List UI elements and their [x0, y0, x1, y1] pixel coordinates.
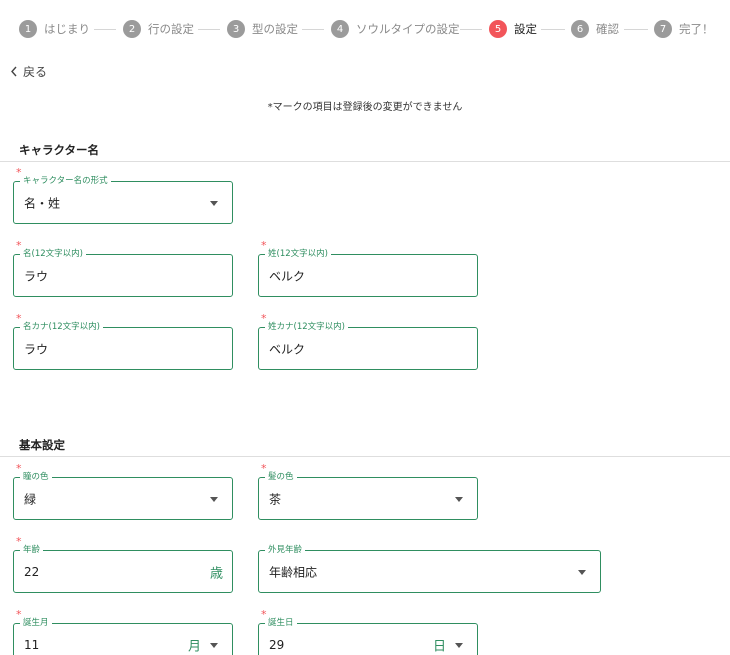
step-1: 1 はじまり	[19, 19, 90, 39]
birth-day-select[interactable]: * 誕生日 29 日	[258, 609, 478, 655]
caret-down-icon	[210, 642, 218, 648]
caret-down-icon	[455, 496, 463, 502]
field-label: 名(12文字以内)	[20, 248, 86, 260]
first-kana-input[interactable]: * 名カナ(12文字以内) ラウ	[13, 313, 233, 370]
step-label: ソウルタイプの設定	[356, 22, 460, 36]
caret-down-icon	[210, 200, 218, 206]
step-4: 4 ソウルタイプの設定	[331, 19, 460, 39]
birth-month-select[interactable]: * 誕生月 11 月	[13, 609, 233, 655]
field-value: 名・姓	[24, 196, 61, 210]
step-connector	[94, 29, 116, 30]
unit-label: 月	[187, 639, 201, 654]
field-label: 誕生月	[20, 617, 52, 629]
field-value: ラウ	[24, 269, 49, 283]
last-name-input[interactable]: * 姓(12文字以内) ベルク	[258, 240, 478, 297]
progress-stepper: 1 はじまり 2 行の設定 3 型の設定 4 ソウルタイプの設定 5 設定 6 …	[0, 0, 730, 58]
field-label: 髪の色	[265, 471, 297, 483]
eye-color-select[interactable]: * 瞳の色 緑	[13, 463, 233, 520]
step-number: 5	[489, 20, 507, 38]
caret-down-icon	[578, 569, 586, 575]
last-kana-input[interactable]: * 姓カナ(12文字以内) ベルク	[258, 313, 478, 370]
field-label: 姓カナ(12文字以内)	[265, 321, 348, 333]
field-value: ラウ	[24, 342, 49, 356]
step-6: 6 確認	[571, 19, 619, 39]
step-label: はじまり	[44, 22, 90, 36]
section-title-character-name: キャラクター名	[19, 143, 100, 157]
step-number: 6	[571, 20, 589, 38]
required-notice: *マークの項目は登録後の変更ができません	[267, 102, 463, 113]
section-divider	[0, 456, 730, 457]
age-input[interactable]: * 年齢 22 歳	[13, 536, 233, 593]
step-label: 行の設定	[148, 22, 194, 36]
step-number: 1	[19, 20, 37, 38]
field-label: 外見年齢	[265, 544, 306, 556]
section-title-basic: 基本設定	[19, 438, 65, 452]
step-7: 7 完了！	[654, 19, 714, 39]
field-value: ベルク	[269, 269, 306, 283]
first-name-input[interactable]: * 名(12文字以内) ラウ	[13, 240, 233, 297]
field-value: 11	[24, 637, 40, 652]
back-link[interactable]: 戻る	[8, 63, 47, 80]
field-label: キャラクター名の形式	[20, 175, 111, 187]
step-number: 3	[227, 20, 245, 38]
step-label: 完了！	[679, 22, 714, 36]
field-value: 22	[24, 564, 40, 579]
step-3: 3 型の設定	[227, 19, 298, 39]
field-label: 瞳の色	[20, 471, 52, 483]
step-connector	[302, 29, 324, 30]
step-label: 設定	[514, 22, 537, 36]
field-label: 名カナ(12文字以内)	[20, 321, 103, 333]
step-connector	[624, 29, 648, 30]
back-label: 戻る	[23, 65, 48, 79]
hair-color-select[interactable]: * 髪の色 茶	[258, 463, 478, 520]
step-number: 7	[654, 20, 672, 38]
step-number: 2	[123, 20, 141, 38]
field-value: ベルク	[269, 342, 306, 356]
step-5: 5 設定	[489, 19, 537, 39]
field-label: 年齢	[20, 544, 44, 556]
chevron-left-icon	[8, 65, 20, 79]
field-label: 姓(12文字以内)	[265, 248, 331, 260]
caret-down-icon	[210, 496, 218, 502]
field-value: 緑	[24, 492, 37, 506]
unit-label: 日	[432, 639, 446, 654]
step-connector	[541, 29, 565, 30]
unit-label: 歳	[209, 566, 223, 581]
section-divider	[0, 161, 730, 162]
caret-down-icon	[455, 642, 463, 648]
field-value: 茶	[269, 492, 282, 506]
step-connector	[198, 29, 220, 30]
step-label: 型の設定	[252, 22, 298, 36]
apparent-age-select[interactable]: 外見年齢 年齢相応	[258, 544, 601, 593]
step-connector	[460, 29, 482, 30]
step-2: 2 行の設定	[123, 19, 194, 39]
step-label: 確認	[596, 22, 619, 36]
field-label: 誕生日	[265, 617, 297, 629]
field-value: 29	[269, 637, 285, 652]
field-value: 年齢相応	[269, 565, 318, 579]
step-number: 4	[331, 20, 349, 38]
name-format-select[interactable]: * キャラクター名の形式 名・姓	[13, 167, 233, 224]
